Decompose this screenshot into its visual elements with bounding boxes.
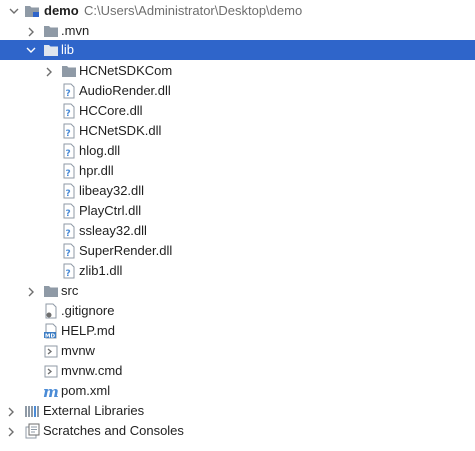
folder-icon — [43, 21, 59, 41]
tree-row-hcnetsdkcom[interactable]: HCNetSDKCom — [0, 61, 475, 81]
svg-text:?: ? — [66, 249, 71, 259]
tree-row-file[interactable]: ? PlayCtrl.dll — [0, 201, 475, 221]
tree-label: External Libraries — [43, 403, 145, 418]
chevron-down-icon[interactable] — [8, 1, 19, 21]
unknown-file-icon: ? — [61, 241, 77, 261]
unknown-file-icon: ? — [61, 221, 77, 241]
project-path: C:\Users\Administrator\Desktop\demo — [84, 3, 303, 18]
gitignore-file-icon — [43, 301, 59, 321]
chevron-right-icon[interactable] — [25, 281, 35, 301]
tree-row-file[interactable]: ? AudioRender.dll — [0, 81, 475, 101]
tree-row-mvn[interactable]: .mvn — [0, 21, 475, 41]
markdown-file-icon: MD — [43, 321, 59, 341]
folder-icon — [43, 281, 59, 301]
tree-row-file[interactable]: ? libeay32.dll — [0, 181, 475, 201]
unknown-file-icon: ? — [61, 121, 77, 141]
module-folder-icon — [24, 1, 40, 21]
svg-text:m: m — [43, 383, 59, 399]
chevron-right-icon[interactable] — [5, 401, 15, 421]
svg-text:?: ? — [66, 209, 71, 219]
tree-label: hpr.dll — [79, 163, 114, 178]
folder-icon — [43, 40, 59, 60]
unknown-file-icon: ? — [61, 81, 77, 101]
tree-row-file[interactable]: ? ssleay32.dll — [0, 221, 475, 241]
tree-row-file[interactable]: ? SuperRender.dll — [0, 241, 475, 261]
shell-script-icon — [43, 361, 59, 381]
folder-icon — [61, 61, 77, 81]
tree-label: libeay32.dll — [79, 183, 145, 198]
tree-label: Scratches and Consoles — [43, 423, 184, 438]
unknown-file-icon: ? — [61, 101, 77, 121]
shell-script-icon — [43, 341, 59, 361]
tree-label: AudioRender.dll — [79, 83, 171, 98]
tree-row-lib[interactable]: lib — [0, 40, 475, 60]
tree-label: HELP.md — [61, 323, 115, 338]
tree-row-gitignore[interactable]: .gitignore — [0, 301, 475, 321]
chevron-right-icon[interactable] — [25, 21, 35, 41]
svg-text:?: ? — [66, 109, 71, 119]
tree-row-external-libraries[interactable]: External Libraries — [0, 401, 475, 421]
tree-row-mvnw-cmd[interactable]: mvnw.cmd — [0, 361, 475, 381]
tree-label: mvnw.cmd — [61, 363, 123, 378]
tree-row-mvnw[interactable]: mvnw — [0, 341, 475, 361]
svg-text:?: ? — [66, 149, 71, 159]
unknown-file-icon: ? — [61, 141, 77, 161]
tree-label: .gitignore — [61, 303, 115, 318]
unknown-file-icon: ? — [61, 261, 77, 281]
project-name: demo — [44, 3, 79, 18]
chevron-right-icon[interactable] — [5, 421, 15, 441]
tree-row-file[interactable]: ? hpr.dll — [0, 161, 475, 181]
tree-row-file[interactable]: ? hlog.dll — [0, 141, 475, 161]
external-libraries-icon — [24, 401, 40, 421]
unknown-file-icon: ? — [61, 201, 77, 221]
chevron-down-icon[interactable] — [25, 40, 36, 60]
svg-text:?: ? — [66, 129, 71, 139]
tree-label: .mvn — [61, 23, 90, 38]
tree-row-pom[interactable]: m pom.xml — [0, 381, 475, 401]
tree-label: pom.xml — [61, 383, 111, 398]
svg-text:?: ? — [66, 269, 71, 279]
tree-row-file[interactable]: ? HCCore.dll — [0, 101, 475, 121]
tree-label: HCNetSDKCom — [79, 63, 173, 78]
tree-label: hlog.dll — [79, 143, 121, 158]
svg-text:?: ? — [66, 189, 71, 199]
tree-label: src — [61, 283, 79, 298]
tree-label: HCNetSDK.dll — [79, 123, 162, 138]
svg-text:?: ? — [66, 89, 71, 99]
unknown-file-icon: ? — [61, 161, 77, 181]
tree-label: PlayCtrl.dll — [79, 203, 142, 218]
tree-row-demo[interactable]: demo C:\Users\Administrator\Desktop\demo — [0, 1, 475, 21]
tree-row-src[interactable]: src — [0, 281, 475, 301]
tree-label: ssleay32.dll — [79, 223, 147, 238]
tree-row-scratches[interactable]: Scratches and Consoles — [0, 421, 475, 441]
tree-label: HCCore.dll — [79, 103, 143, 118]
unknown-file-icon: ? — [61, 181, 77, 201]
svg-text:?: ? — [66, 229, 71, 239]
svg-text:MD: MD — [45, 333, 55, 339]
tree-label: lib — [61, 42, 75, 57]
chevron-right-icon[interactable] — [43, 61, 53, 81]
tree-row-file[interactable]: ? zlib1.dll — [0, 261, 475, 281]
tree-label: SuperRender.dll — [79, 243, 173, 258]
project-tree: demo C:\Users\Administrator\Desktop\demo… — [0, 0, 475, 451]
tree-label: mvnw — [61, 343, 95, 358]
svg-text:?: ? — [66, 169, 71, 179]
scratches-icon — [24, 421, 40, 441]
tree-row-file[interactable]: ? HCNetSDK.dll — [0, 121, 475, 141]
tree-label: zlib1.dll — [79, 263, 123, 278]
maven-pom-icon: m — [43, 381, 59, 401]
tree-row-help[interactable]: MD HELP.md — [0, 321, 475, 341]
